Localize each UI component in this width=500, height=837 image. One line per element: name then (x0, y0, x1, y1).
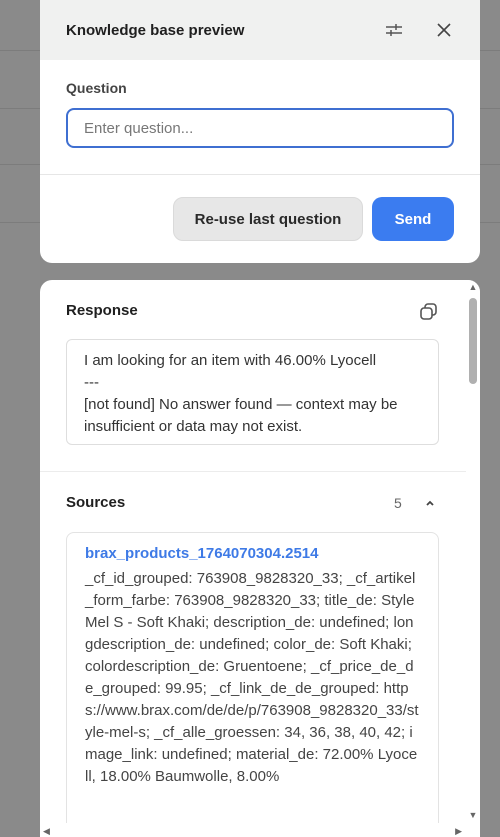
sources-count: 5 (394, 495, 402, 511)
source-text: _cf_id_grouped: 763908_9828320_33; _cf_a… (85, 570, 419, 785)
send-button[interactable]: Send (372, 197, 454, 241)
response-line: --- (84, 374, 99, 391)
scrollbar-thumb[interactable] (469, 298, 477, 384)
dialog-header: Knowledge base preview (40, 0, 480, 60)
response-line: [not found] No answer found — context ma… (84, 396, 398, 435)
source-item: brax_products_1764070304.2514 _cf_id_gro… (66, 532, 439, 837)
response-label: Response (66, 302, 138, 319)
chevron-up-icon[interactable] (423, 496, 437, 510)
scroll-down-arrow-icon[interactable]: ▼ (468, 811, 478, 820)
knowledge-base-preview-dialog: Knowledge base preview Question Re-use l… (40, 0, 480, 263)
scroll-up-arrow-icon[interactable]: ▲ (468, 283, 478, 292)
close-icon[interactable] (434, 20, 454, 40)
horizontal-scrollbar[interactable]: ◀ ▶ (40, 823, 480, 837)
scroll-right-arrow-icon[interactable]: ▶ (455, 826, 462, 837)
source-title-link[interactable]: brax_products_1764070304.2514 (85, 545, 420, 562)
sliders-icon[interactable] (384, 20, 404, 40)
question-input[interactable] (66, 108, 454, 148)
dialog-title: Knowledge base preview (66, 21, 245, 39)
question-label: Question (66, 80, 127, 96)
divider (40, 174, 480, 175)
sources-label: Sources (66, 494, 126, 511)
copy-icon[interactable] (419, 302, 441, 324)
response-text-box: I am looking for an item with 46.00% Lyo… (66, 339, 439, 445)
vertical-scrollbar[interactable]: ▲ ▼ (466, 280, 480, 823)
response-panel: Response I am looking for an item with 4… (40, 280, 480, 837)
scroll-left-arrow-icon[interactable]: ◀ (43, 826, 50, 837)
reuse-last-question-button[interactable]: Re-use last question (173, 197, 363, 241)
response-line: I am looking for an item with 46.00% Lyo… (84, 352, 377, 369)
divider (40, 471, 466, 472)
